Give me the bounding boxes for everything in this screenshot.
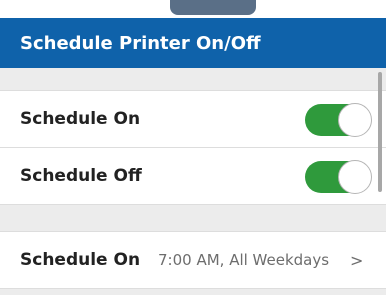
page-header: Schedule Printer On/Off xyxy=(0,18,386,68)
schedule-off-label: Schedule Off xyxy=(20,166,142,186)
section-spacer-top xyxy=(0,68,386,90)
schedule-off-toggle[interactable] xyxy=(305,160,372,194)
screen: Schedule Printer On/Off Schedule On Sche… xyxy=(0,0,386,295)
schedule-detail-label: Schedule On xyxy=(20,250,141,270)
section-spacer-middle xyxy=(0,205,386,231)
page-title: Schedule Printer On/Off xyxy=(20,32,261,54)
schedule-detail-row[interactable]: Schedule On 7:00 AM, All Weekdays > xyxy=(0,231,386,289)
schedule-on-label: Schedule On xyxy=(20,109,141,129)
scrollbar[interactable] xyxy=(378,72,382,192)
schedule-on-toggle[interactable] xyxy=(305,103,372,137)
schedule-on-row[interactable]: Schedule On xyxy=(0,90,386,148)
section-spacer-bottom xyxy=(0,289,386,295)
pull-down-handle[interactable] xyxy=(170,0,256,15)
chevron-right-icon: > xyxy=(350,250,364,270)
toggle-knob xyxy=(338,103,372,137)
schedule-off-row[interactable]: Schedule Off xyxy=(0,147,386,205)
toggle-knob xyxy=(338,160,372,194)
schedule-detail-value: 7:00 AM, All Weekdays xyxy=(158,251,330,269)
